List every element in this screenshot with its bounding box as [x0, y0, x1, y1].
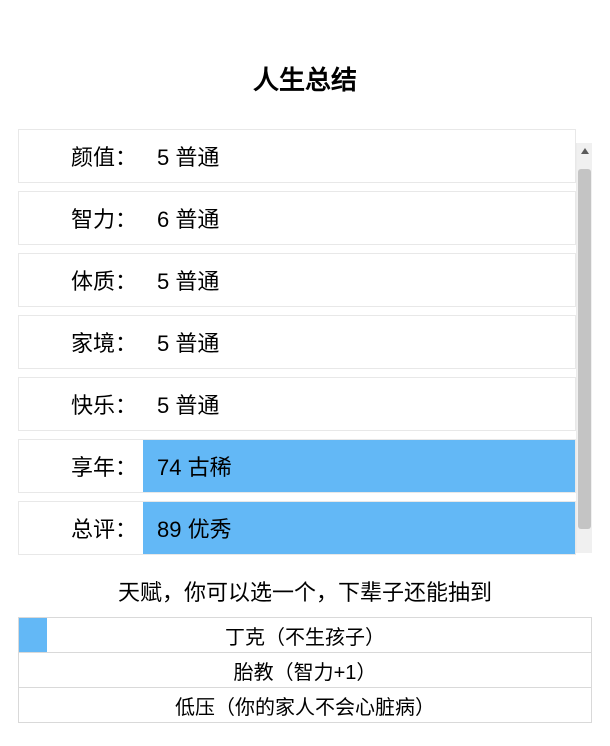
stat-row: 家境：5 普通	[18, 315, 576, 369]
summary-scroll-area: 颜值：5 普通智力：6 普通体质：5 普通家境：5 普通快乐：5 普通享年：74…	[18, 129, 592, 555]
stat-label: 智力：	[19, 192, 143, 244]
stat-row: 体质：5 普通	[18, 253, 576, 307]
talent-list: 丁克（不生孩子） 胎教（智力+1） 低压（你的家人不会心脏病）	[18, 617, 592, 723]
stat-row: 快乐：5 普通	[18, 377, 576, 431]
stat-label: 享年：	[19, 440, 143, 492]
stat-row: 总评：89 优秀	[18, 501, 576, 555]
stat-label: 颜值：	[19, 130, 143, 182]
talent-option[interactable]: 低压（你的家人不会心脏病）	[18, 687, 592, 723]
stat-value: 6 普通	[143, 192, 575, 244]
selection-marker	[19, 618, 47, 652]
stat-label: 总评：	[19, 502, 143, 554]
stat-row: 享年：74 古稀	[18, 439, 576, 493]
talent-option[interactable]: 胎教（智力+1）	[18, 652, 592, 688]
scrollbar[interactable]	[576, 143, 592, 553]
stat-value: 74 古稀	[143, 440, 575, 492]
stat-row: 智力：6 普通	[18, 191, 576, 245]
talent-label: 丁克（不生孩子）	[225, 621, 385, 650]
page-title: 人生总结	[0, 60, 610, 97]
stat-label: 体质：	[19, 254, 143, 306]
stat-label: 快乐：	[19, 378, 143, 430]
stat-value: 89 优秀	[143, 502, 575, 554]
scroll-up-arrow-icon[interactable]	[577, 143, 592, 159]
stat-value: 5 普通	[143, 378, 575, 430]
stat-value: 5 普通	[143, 130, 575, 182]
talent-heading: 天赋，你可以选一个，下辈子还能抽到	[18, 575, 592, 607]
scrollbar-thumb[interactable]	[578, 169, 591, 529]
stats-list: 颜值：5 普通智力：6 普通体质：5 普通家境：5 普通快乐：5 普通享年：74…	[18, 129, 576, 555]
stat-value: 5 普通	[143, 316, 575, 368]
stat-value: 5 普通	[143, 254, 575, 306]
stat-label: 家境：	[19, 316, 143, 368]
stat-row: 颜值：5 普通	[18, 129, 576, 183]
talent-option[interactable]: 丁克（不生孩子）	[18, 617, 592, 653]
talent-label: 低压（你的家人不会心脏病）	[175, 691, 435, 720]
talent-label: 胎教（智力+1）	[234, 656, 377, 685]
